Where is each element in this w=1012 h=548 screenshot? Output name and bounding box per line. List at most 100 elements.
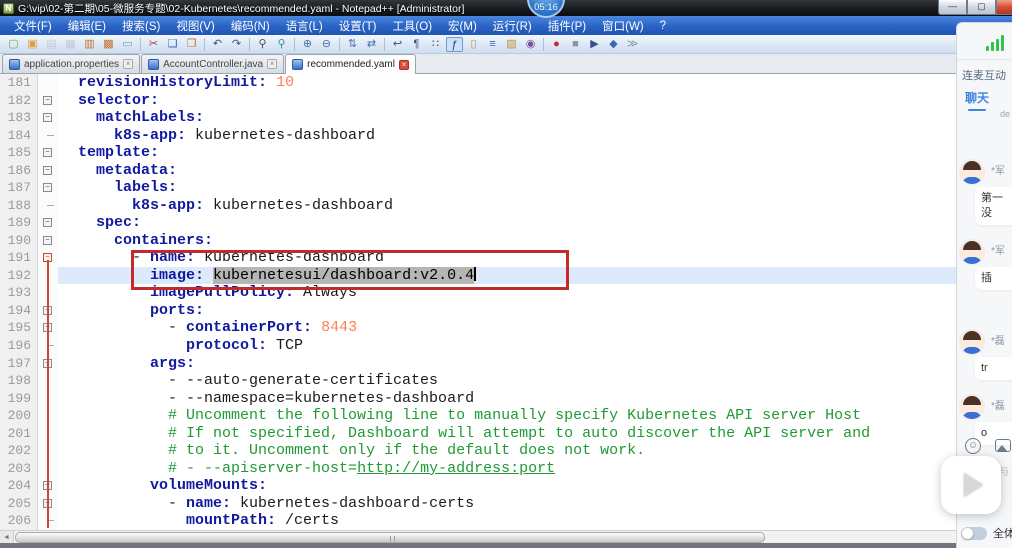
code-line[interactable]: 197− args: [0,354,1012,373]
fold-margin[interactable]: − [38,494,58,513]
menu-item[interactable]: 运行(R) [485,16,540,35]
run-macro-multiple-icon[interactable]: ≫ [624,37,641,52]
code-line[interactable]: 198 - --auto-generate-certificates [0,372,1012,390]
menu-item[interactable]: 窗口(W) [594,16,652,35]
emoji-icon[interactable]: ☺ [965,438,981,454]
fold-collapse-icon[interactable]: − [43,218,52,228]
folder-as-workspace-icon[interactable]: ▨ [503,37,520,52]
save-macro-icon[interactable]: ◆ [605,37,622,52]
fold-margin[interactable]: − [38,354,58,373]
stop-macro-icon[interactable]: ■ [567,37,584,52]
code-line[interactable]: 186− metadata: [0,161,1012,180]
undo-icon[interactable]: ↶ [209,37,226,52]
code-line[interactable]: 192 image: kubernetesui/dashboard:v2.0.4 [0,266,1012,285]
image-upload-icon[interactable] [995,439,1011,452]
code-line[interactable]: 196 protocol: TCP [0,336,1012,355]
fold-collapse-icon[interactable]: − [43,253,52,263]
code-line[interactable]: 190− containers: [0,231,1012,250]
tab-accountcontroller-java[interactable]: AccountController.java × [141,54,285,73]
fold-margin[interactable]: − [38,109,58,127]
menu-item[interactable]: 宏(M) [440,16,485,35]
fold-margin[interactable]: − [38,249,58,267]
fold-collapse-icon[interactable]: − [43,481,52,491]
menu-item[interactable]: 搜索(S) [114,16,168,35]
code-line[interactable]: 200 # Uncomment the following line to ma… [0,407,1012,425]
menu-item[interactable]: 语言(L) [278,16,331,35]
fold-margin[interactable]: − [38,91,58,110]
tab-close-icon[interactable]: × [398,59,409,70]
fold-margin[interactable]: − [38,477,58,495]
menu-item[interactable]: 插件(P) [540,16,594,35]
fold-collapse-icon[interactable]: − [43,165,52,175]
record-macro-icon[interactable]: ● [548,37,565,52]
code-line[interactable]: 194− ports: [0,301,1012,320]
fold-margin[interactable]: − [38,319,58,337]
mute-all-toggle[interactable] [961,526,987,540]
play-macro-icon[interactable]: ▶ [586,37,603,52]
fold-collapse-icon[interactable]: − [43,323,52,333]
fold-margin[interactable]: − [38,179,58,197]
tab-mic-interaction[interactable]: 连麦互动 [962,67,1006,83]
menu-item[interactable]: 工具(O) [384,16,440,35]
code-line[interactable]: 182− selector: [0,91,1012,110]
redo-icon[interactable]: ↷ [228,37,245,52]
find-replace-icon[interactable]: ⚲ [273,37,290,52]
menu-item[interactable]: 设置(T) [331,16,385,35]
code-line[interactable]: 188 k8s-app: kubernetes-dashboard [0,196,1012,215]
code-line[interactable]: 204− volumeMounts: [0,477,1012,495]
monitoring-icon[interactable]: ◉ [522,37,539,52]
fold-collapse-icon[interactable]: − [43,148,52,158]
fold-margin[interactable]: − [38,144,58,162]
menu-item[interactable]: 编辑(E) [60,16,114,35]
fold-collapse-icon[interactable]: − [43,498,52,508]
new-file-icon[interactable]: ▢ [5,37,22,52]
function-list-icon[interactable]: ƒ [446,36,463,52]
menu-item[interactable]: 文件(F) [6,16,60,35]
fold-collapse-icon[interactable]: − [43,235,52,245]
zoom-out-icon[interactable]: ⊖ [318,37,335,52]
tab-application-properties[interactable]: application.properties × [2,54,141,73]
indent-guide-icon[interactable]: ∷ [427,37,444,52]
fold-collapse-icon[interactable]: − [43,358,52,368]
tab-chat[interactable]: 聊天 [965,89,989,111]
fold-margin[interactable]: − [38,214,58,232]
close-all-icon[interactable]: ▩ [100,37,117,52]
close-file-icon[interactable]: ▥ [81,37,98,52]
fold-collapse-icon[interactable]: − [43,183,52,193]
code-line[interactable]: 185− template: [0,144,1012,162]
document-list-icon[interactable]: ≡ [484,37,501,52]
code-line[interactable]: 183− matchLabels: [0,109,1012,127]
word-wrap-icon[interactable]: ↩ [389,37,406,52]
code-line[interactable]: 199 - --namespace=kubernetes-dashboard [0,389,1012,408]
code-line[interactable]: 203 # - --apiserver-host=http://my-addre… [0,459,1012,478]
cut-icon[interactable]: ✂ [145,37,162,52]
menu-item[interactable]: 视图(V) [168,16,222,35]
fold-collapse-icon[interactable]: − [43,113,52,123]
code-line[interactable]: 181 revisionHistoryLimit: 10 [0,74,1012,92]
code-line[interactable]: 187− labels: [0,179,1012,197]
fold-collapse-icon[interactable]: − [43,305,52,315]
show-all-characters-icon[interactable]: ¶ [408,37,425,52]
close-button[interactable]: ✕ [996,0,1012,15]
code-line[interactable]: 193 imagePullPolicy: Always [0,284,1012,302]
fold-margin[interactable]: − [38,231,58,250]
sync-scroll-vertical-icon[interactable]: ⇅ [344,37,361,52]
code-line[interactable]: 191− - name: kubernetes-dashboard [0,249,1012,267]
editor-area[interactable]: 181 revisionHistoryLimit: 10 182− selecto… [0,74,1012,530]
zoom-in-icon[interactable]: ⊕ [299,37,316,52]
fold-margin[interactable]: − [38,301,58,320]
sync-scroll-horizontal-icon[interactable]: ⇄ [363,37,380,52]
play-button-overlay[interactable] [941,456,1001,514]
tab-close-icon[interactable]: × [123,59,134,69]
scrollbar-thumb[interactable] [15,532,765,543]
code-line[interactable]: 195− - containerPort: 8443 [0,319,1012,337]
open-folder-icon[interactable]: ▣ [24,37,41,52]
code-line[interactable]: 205− - name: kubernetes-dashboard-certs [0,494,1012,513]
horizontal-scrollbar[interactable]: ◄ [0,530,1012,544]
paste-icon[interactable]: ❐ [183,37,200,52]
find-icon[interactable]: ⚲ [254,37,271,52]
tab-recommended-yaml[interactable]: recommended.yaml × [285,54,416,74]
code-line[interactable]: 206 mountPath: /certs [0,512,1012,530]
fold-margin[interactable]: − [38,161,58,180]
code-line[interactable]: 189− spec: [0,214,1012,232]
